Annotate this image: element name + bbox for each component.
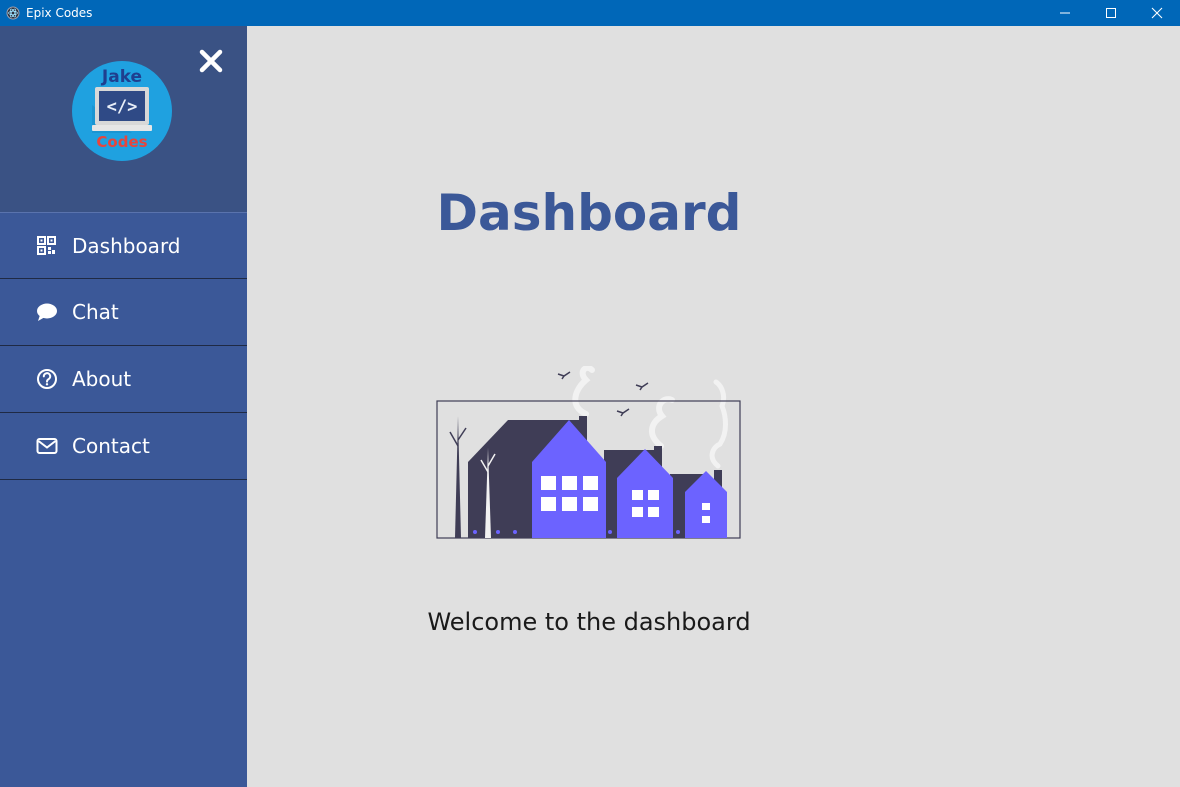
minimize-icon bbox=[1060, 12, 1070, 14]
sidebar-item-label: About bbox=[72, 367, 132, 391]
logo-bottom-text: Codes bbox=[96, 133, 148, 151]
city-buildings-illustration bbox=[436, 366, 741, 539]
close-sidebar-button[interactable] bbox=[196, 46, 226, 76]
chat-bubble-icon bbox=[36, 301, 58, 323]
close-icon bbox=[199, 49, 223, 73]
sidebar-item-chat[interactable]: Chat bbox=[0, 279, 247, 346]
window-title: Epix Codes bbox=[26, 6, 93, 20]
app-icon bbox=[6, 6, 20, 20]
sidebar: </> Jake Codes Dashboard Chat About Cont… bbox=[0, 26, 247, 787]
sidebar-header: </> Jake Codes bbox=[0, 26, 247, 212]
logo-top-text: Jake bbox=[101, 67, 143, 87]
question-circle-icon bbox=[36, 368, 58, 390]
envelope-icon bbox=[36, 435, 58, 457]
sidebar-nav: Dashboard Chat About Contact bbox=[0, 212, 247, 480]
laptop-code-icon: </> bbox=[92, 87, 152, 133]
sidebar-item-dashboard[interactable]: Dashboard bbox=[0, 212, 247, 279]
sidebar-item-about[interactable]: About bbox=[0, 346, 247, 413]
close-icon bbox=[1151, 7, 1163, 19]
dashboard-grid-icon bbox=[36, 235, 58, 257]
maximize-icon bbox=[1106, 8, 1116, 18]
sidebar-item-contact[interactable]: Contact bbox=[0, 413, 247, 480]
window-titlebar: Epix Codes bbox=[0, 0, 1180, 26]
close-window-button[interactable] bbox=[1134, 0, 1180, 26]
sidebar-item-label: Chat bbox=[72, 300, 119, 324]
minimize-button[interactable] bbox=[1042, 0, 1088, 26]
main-content: Dashboard Welcome to the dashboard bbox=[247, 26, 1180, 787]
page-title: Dashboard bbox=[436, 184, 742, 242]
logo: </> Jake Codes bbox=[72, 61, 172, 161]
svg-text:</>: </> bbox=[107, 97, 138, 117]
maximize-button[interactable] bbox=[1088, 0, 1134, 26]
welcome-message: Welcome to the dashboard bbox=[427, 608, 751, 636]
sidebar-item-label: Dashboard bbox=[72, 233, 181, 258]
sidebar-item-label: Contact bbox=[72, 434, 150, 458]
